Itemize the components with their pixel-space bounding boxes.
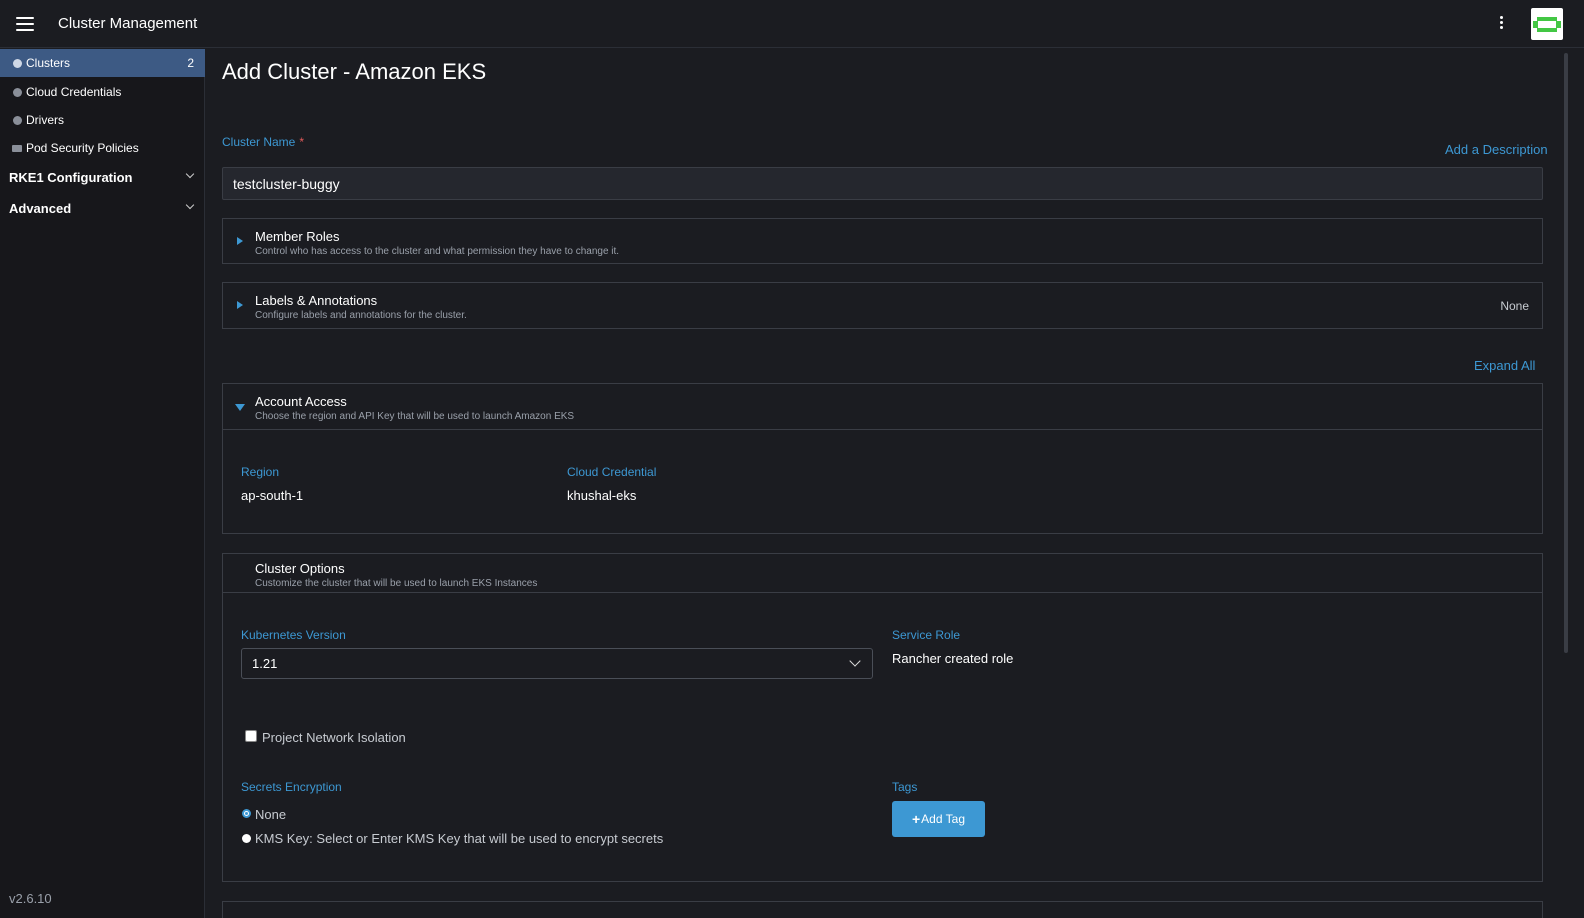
member-roles-header[interactable]: Member Roles Control who has access to t… bbox=[223, 219, 1542, 264]
cluster-name-label: Cluster Name * bbox=[222, 135, 304, 149]
cluster-options-panel: Cluster Options Customize the cluster th… bbox=[222, 553, 1543, 882]
page-scrollbar[interactable] bbox=[1563, 49, 1569, 918]
sidebar-group-advanced[interactable]: Advanced bbox=[0, 193, 205, 223]
clusters-count-badge: 2 bbox=[187, 56, 194, 70]
main-content: Add Cluster - Amazon EKS Cluster Name * A… bbox=[205, 49, 1563, 918]
more-options-icon[interactable] bbox=[1500, 16, 1504, 32]
add-tag-label: Add Tag bbox=[921, 812, 965, 826]
service-role-value: Rancher created role bbox=[892, 651, 1014, 666]
account-access-header[interactable]: Account Access Choose the region and API… bbox=[223, 384, 1542, 429]
driver-icon bbox=[13, 115, 22, 125]
cluster-name-input[interactable]: testcluster-buggy bbox=[222, 167, 1543, 200]
required-marker: * bbox=[299, 135, 305, 149]
header-title: Cluster Management bbox=[58, 15, 198, 32]
project-network-isolation-checkbox[interactable] bbox=[245, 730, 257, 742]
scrollbar-thumb[interactable] bbox=[1564, 53, 1568, 653]
panel-title: Labels & Annotations bbox=[255, 293, 378, 308]
cluster-options-body: Kubernetes Version 1.21 Service Role Ran… bbox=[223, 592, 1542, 881]
service-role-label: Service Role bbox=[892, 628, 961, 642]
cluster-icon bbox=[13, 58, 22, 68]
page-title: Add Cluster - Amazon EKS bbox=[222, 59, 487, 84]
sidebar-group-label: RKE1 Configuration bbox=[9, 169, 133, 185]
sidebar-group-rke1-configuration[interactable]: RKE1 Configuration bbox=[0, 162, 205, 192]
member-roles-panel[interactable]: Member Roles Control who has access to t… bbox=[222, 218, 1543, 264]
labels-count-note: None bbox=[1500, 299, 1529, 313]
sidebar-item-pod-security-policies[interactable]: Pod Security Policies bbox=[0, 134, 205, 162]
panel-subtitle: Configure labels and annotations for the… bbox=[255, 310, 467, 321]
labels-annotations-panel[interactable]: Labels & Annotations Configure labels an… bbox=[222, 282, 1543, 329]
version-label: v2.6.10 bbox=[9, 891, 52, 906]
chevron-down-icon bbox=[849, 655, 861, 667]
sidebar: Clusters 2 Cloud Credentials Drivers Pod… bbox=[0, 49, 205, 918]
panel-subtitle: Customize the cluster that will be used … bbox=[255, 578, 538, 589]
expand-arrow-icon bbox=[237, 301, 243, 309]
expand-arrow-icon bbox=[237, 237, 243, 245]
hamburger-menu-icon[interactable] bbox=[16, 17, 34, 31]
panel-subtitle: Choose the region and API Key that will … bbox=[255, 411, 575, 422]
kubernetes-version-value: 1.21 bbox=[252, 656, 278, 671]
collapse-arrow-icon bbox=[235, 404, 245, 411]
sidebar-item-label: Clusters bbox=[26, 56, 71, 70]
cloud-credential-label: Cloud Credential bbox=[567, 465, 657, 479]
sidebar-item-label: Pod Security Policies bbox=[26, 141, 139, 155]
sidebar-group-label: Advanced bbox=[9, 200, 72, 216]
secrets-none-radio[interactable] bbox=[242, 809, 251, 818]
region-value: ap-south-1 bbox=[241, 488, 304, 503]
folder-icon bbox=[12, 144, 22, 152]
cluster-options-header: Cluster Options Customize the cluster th… bbox=[223, 554, 1542, 592]
kubernetes-version-select[interactable]: 1.21 bbox=[241, 648, 873, 679]
add-description-link[interactable]: Add a Description bbox=[1445, 142, 1548, 157]
sidebar-item-label: Drivers bbox=[26, 113, 64, 127]
sidebar-item-label: Cloud Credentials bbox=[26, 85, 122, 99]
account-access-panel: Account Access Choose the region and API… bbox=[222, 383, 1543, 534]
secrets-none-label: None bbox=[255, 807, 287, 822]
chevron-down-icon bbox=[185, 169, 195, 179]
top-header: Cluster Management bbox=[0, 0, 1584, 48]
panel-title: Member Roles bbox=[255, 229, 340, 244]
project-network-isolation-label: Project Network Isolation bbox=[262, 730, 406, 745]
sidebar-item-drivers[interactable]: Drivers bbox=[0, 106, 205, 134]
region-label: Region bbox=[241, 465, 280, 479]
sidebar-item-clusters[interactable]: Clusters 2 bbox=[0, 49, 205, 77]
cloud-credential-value: khushal-eks bbox=[567, 488, 637, 503]
expand-all-link[interactable]: Expand All bbox=[1474, 358, 1535, 373]
plus-icon: + bbox=[911, 811, 921, 827]
account-access-body: Region ap-south-1 Cloud Credential khush… bbox=[223, 429, 1542, 533]
chevron-down-icon bbox=[185, 200, 195, 210]
cluster-name-label-text: Cluster Name bbox=[222, 135, 296, 149]
user-avatar[interactable] bbox=[1531, 8, 1563, 40]
panel-subtitle: Control who has access to the cluster an… bbox=[255, 246, 620, 257]
labels-annotations-header[interactable]: Labels & Annotations Configure labels an… bbox=[223, 283, 1542, 328]
add-tag-button[interactable]: + Add Tag bbox=[892, 801, 985, 837]
secrets-kms-radio[interactable] bbox=[242, 834, 251, 843]
secrets-encryption-label: Secrets Encryption bbox=[241, 780, 342, 794]
credential-icon bbox=[13, 87, 22, 97]
kubernetes-version-label: Kubernetes Version bbox=[241, 628, 346, 642]
tags-label: Tags bbox=[892, 780, 918, 794]
secrets-kms-label: KMS Key: Select or Enter KMS Key that wi… bbox=[255, 831, 664, 846]
panel-title: Account Access bbox=[255, 394, 347, 409]
sidebar-item-cloud-credentials[interactable]: Cloud Credentials bbox=[0, 78, 205, 106]
panel-title: Cluster Options bbox=[255, 561, 345, 576]
next-panel-edge bbox=[222, 901, 1543, 918]
